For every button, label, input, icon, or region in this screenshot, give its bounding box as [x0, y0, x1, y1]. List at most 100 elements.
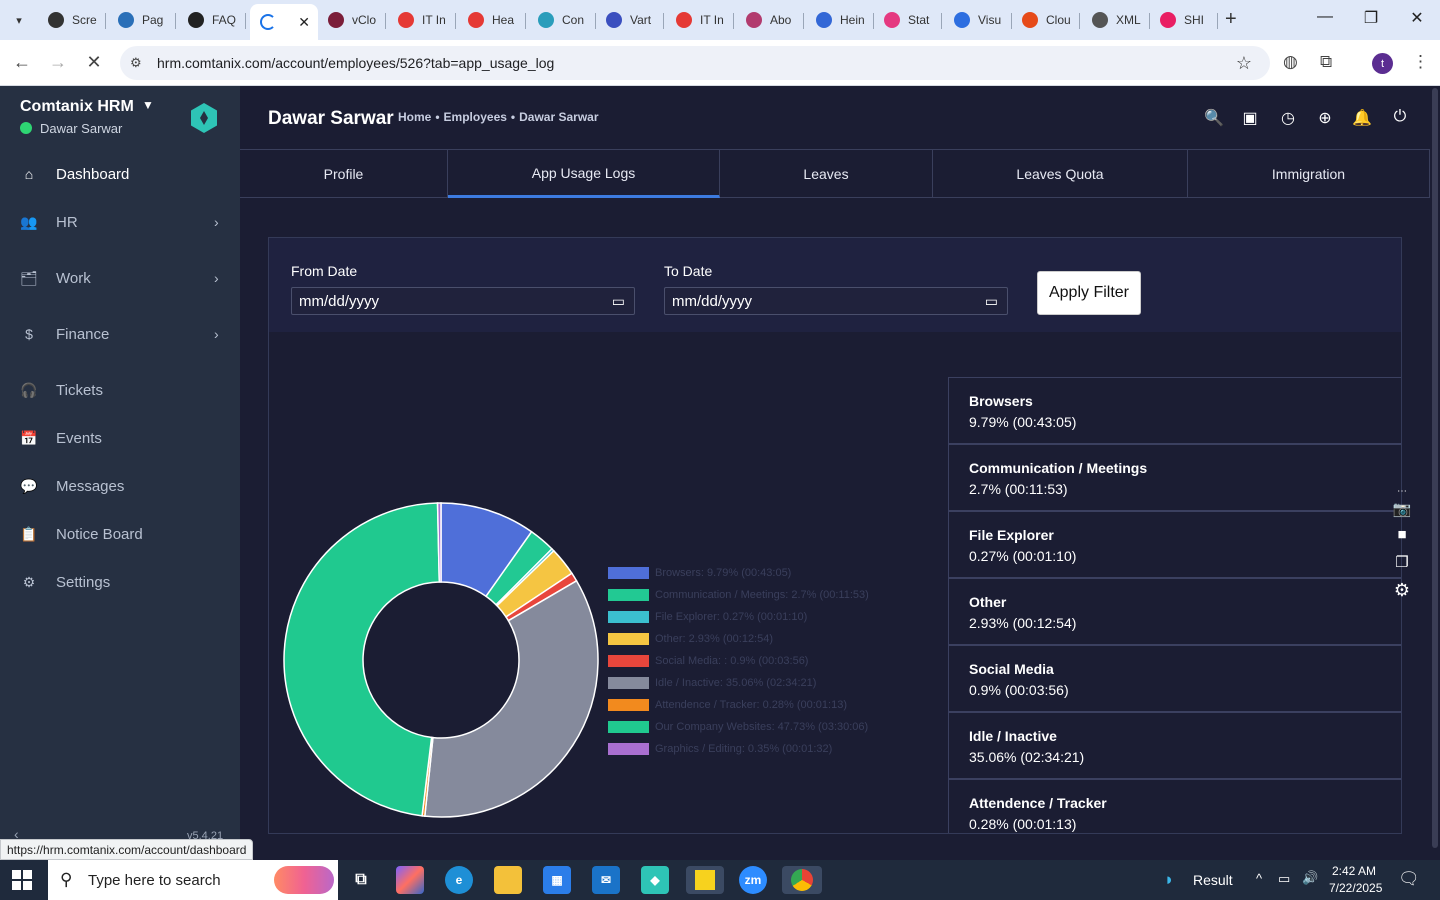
scrollbar-thumb[interactable] — [1432, 88, 1438, 848]
new-tab-button[interactable]: + — [1225, 8, 1237, 31]
taskbar-search[interactable]: ⚲ Type here to search — [48, 860, 338, 900]
browser-menu-icon[interactable]: ⋮ — [1412, 52, 1429, 72]
tab-search-dropdown[interactable]: ▾ — [8, 9, 30, 31]
sidebar-item-finance[interactable]: $ Finance › — [0, 314, 240, 354]
chevron-down-icon[interactable]: ▼ — [142, 98, 154, 112]
browser-tab[interactable]: Abo — [736, 6, 804, 34]
legend-item[interactable]: Communication / Meetings: 2.7% (00:11:53… — [608, 588, 869, 602]
legend-item[interactable]: Graphics / Editing: 0.35% (00:01:32) — [608, 742, 832, 756]
browser-tab[interactable]: XML — [1082, 6, 1150, 34]
browser-tab[interactable]: Stat — [874, 6, 942, 34]
sticky-note-icon[interactable]: ▣ — [1240, 108, 1260, 128]
tab-leaves-quota[interactable]: Leaves Quota — [933, 150, 1188, 198]
browser-tab[interactable]: FAQ — [178, 6, 246, 34]
copy-icon[interactable]: ❐ — [1390, 553, 1414, 571]
mail-icon[interactable]: ✉ — [592, 866, 620, 894]
volume-icon[interactable]: 🔊 — [1302, 870, 1318, 886]
breadcrumb-item[interactable]: Employees — [444, 110, 507, 124]
tray-chevron-icon[interactable]: ^ — [1256, 871, 1262, 886]
camera-icon[interactable]: 📷 — [1390, 500, 1414, 518]
network-icon[interactable]: ▭ — [1278, 871, 1290, 887]
minimize-button[interactable]: — — [1310, 8, 1340, 26]
hrm-app-icon[interactable]: ◆ — [641, 866, 669, 894]
close-tab-icon[interactable]: ✕ — [298, 14, 310, 31]
back-button[interactable]: ← — [10, 52, 34, 73]
site-info-icon[interactable]: ⚙ — [130, 55, 146, 71]
forward-button[interactable]: → — [46, 52, 70, 73]
sidebar-item-tickets[interactable]: 🎧 Tickets — [0, 370, 240, 410]
legend-item[interactable]: Browsers: 9.79% (00:43:05) — [608, 566, 791, 580]
calendar-icon[interactable]: ▭ — [612, 293, 625, 310]
address-bar[interactable]: ⚙ hrm.comtanix.com/account/employees/526… — [120, 46, 1270, 80]
browser-tab[interactable]: Hea — [458, 6, 526, 34]
url-text[interactable]: hrm.comtanix.com/account/employees/526?t… — [157, 55, 554, 71]
calendar-icon[interactable]: ▭ — [985, 293, 998, 310]
clock-icon[interactable]: ◷ — [1278, 108, 1298, 128]
donut-slice-our-company-websites[interactable] — [283, 502, 441, 817]
bookmark-star-icon[interactable]: ☆ — [1236, 53, 1252, 74]
to-date-input[interactable]: mm/dd/yyyy ▭ — [664, 287, 1008, 315]
extensions-icon[interactable]: ⧉ — [1320, 52, 1332, 72]
tab-immigration[interactable]: Immigration — [1188, 150, 1430, 198]
settings-gear-icon[interactable]: ⚙ — [1390, 580, 1414, 601]
tab-app-usage-logs[interactable]: App Usage Logs — [448, 150, 720, 198]
browser-tab[interactable]: Visu — [944, 6, 1012, 34]
tab-profile[interactable]: Profile — [240, 150, 448, 198]
task-view-icon[interactable]: ⧉ — [347, 866, 375, 894]
sidebar-item-work[interactable]: 🗂 Work › — [0, 258, 240, 298]
browser-tab[interactable]: vClo — [318, 6, 386, 34]
clock-time[interactable]: 2:42 AM — [1332, 864, 1376, 878]
from-date-input[interactable]: mm/dd/yyyy ▭ — [291, 287, 635, 315]
sidebar-item-notice-board[interactable]: 📋 Notice Board — [0, 514, 240, 554]
sidebar-item-events[interactable]: 📅 Events — [0, 418, 240, 458]
legend-item[interactable]: Our Company Websites: 47.73% (03:30:06) — [608, 720, 868, 734]
browser-tab[interactable]: Con — [528, 6, 596, 34]
browser-tab[interactable]: IT In — [666, 6, 734, 34]
stop-loading-button[interactable]: ✕ — [82, 52, 106, 73]
clock-date[interactable]: 7/22/2025 — [1329, 881, 1382, 895]
browser-tab[interactable]: IT In — [388, 6, 456, 34]
zoom-icon[interactable]: zm — [739, 866, 767, 894]
copilot-icon[interactable] — [396, 866, 424, 894]
restore-button[interactable]: ❐ — [1356, 8, 1386, 28]
legend-item[interactable]: Other: 2.93% (00:12:54) — [608, 632, 773, 646]
breadcrumb-item[interactable]: Home — [398, 110, 431, 124]
bell-icon[interactable]: 🔔 — [1352, 108, 1372, 128]
search-icon[interactable]: 🔍 — [1204, 108, 1224, 128]
browser-tab[interactable]: Clou — [1012, 6, 1080, 34]
apply-filter-button[interactable]: Apply Filter — [1037, 271, 1141, 315]
sidebar-item-settings[interactable]: ⚙ Settings — [0, 562, 240, 602]
power-icon[interactable]: ⏻ — [1390, 108, 1410, 126]
store-icon[interactable]: ▦ — [543, 866, 571, 894]
browser-tab[interactable]: Pag — [108, 6, 176, 34]
weather-icon[interactable]: ◗ — [1164, 870, 1174, 890]
start-button[interactable] — [12, 870, 32, 890]
legend-item[interactable]: File Explorer: 0.27% (00:01:10) — [608, 610, 807, 624]
sidebar-item-messages[interactable]: 💬 Messages — [0, 466, 240, 506]
sidebar-item-dashboard[interactable]: ⌂ Dashboard — [0, 154, 240, 194]
sidebar-item-hr[interactable]: 👥 HR › — [0, 202, 240, 242]
weather-text[interactable]: Result — [1193, 872, 1233, 888]
browser-tab[interactable]: SHI — [1150, 6, 1218, 34]
more-icon[interactable]: ⋯ — [1390, 486, 1414, 497]
edge-icon[interactable]: e — [445, 866, 473, 894]
browser-tab[interactable]: Vart — [596, 6, 664, 34]
tab-leaves[interactable]: Leaves — [720, 150, 933, 198]
legend-item[interactable]: Attendence / Tracker: 0.28% (00:01:13) — [608, 698, 847, 712]
sticky-notes-app[interactable] — [686, 866, 724, 894]
legend-item[interactable]: Social Media: : 0.9% (00:03:56) — [608, 654, 808, 668]
chrome-app[interactable] — [782, 866, 822, 894]
browser-tab[interactable]: Hein — [806, 6, 874, 34]
file-explorer-icon[interactable] — [494, 866, 522, 894]
video-icon[interactable]: ■ — [1390, 526, 1414, 543]
profile-avatar[interactable]: t — [1372, 53, 1393, 74]
brand-name[interactable]: Comtanix HRM — [20, 98, 134, 116]
legend-item[interactable]: Idle / Inactive: 35.06% (02:34:21) — [608, 676, 816, 690]
add-circle-icon[interactable]: ⊕ — [1315, 108, 1335, 128]
page-scrollbar[interactable] — [1430, 86, 1440, 860]
browser-tab[interactable]: ✕ — [250, 4, 318, 40]
browser-tab[interactable]: Scre — [38, 6, 106, 34]
close-window-button[interactable]: ✕ — [1402, 8, 1432, 28]
translate-icon[interactable]: ◍ — [1283, 52, 1298, 72]
notifications-icon[interactable]: 🗨 — [1398, 869, 1420, 889]
